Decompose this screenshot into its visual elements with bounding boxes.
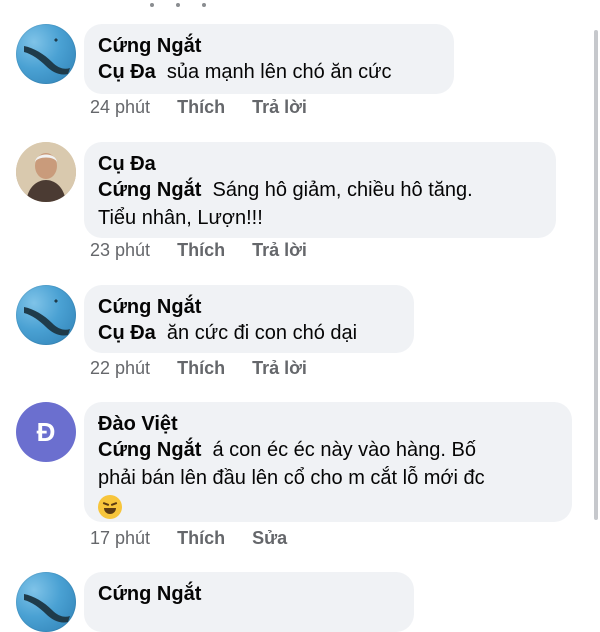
- comment-bubble: Đào Việt Cứng Ngắt á con éc éc này vào h…: [84, 402, 572, 522]
- timestamp[interactable]: 24 phút: [90, 97, 150, 117]
- map-avatar-icon: [24, 299, 70, 336]
- timestamp[interactable]: 17 phút: [90, 528, 150, 548]
- scrollbar[interactable]: [594, 30, 598, 520]
- comment-text: Cứng Ngắt á con éc éc này vào hàng. Bố p…: [98, 436, 556, 520]
- rofl-emoji-icon: [98, 494, 122, 519]
- map-avatar-icon: [24, 38, 70, 75]
- comment-bubble: Cứng Ngắt Cụ Đa sủa mạnh lên chó ăn cức: [84, 24, 454, 94]
- avatar[interactable]: Đ: [16, 402, 76, 462]
- avatar[interactable]: [16, 572, 76, 632]
- previous-actions-cutoff: [150, 0, 370, 7]
- comment-actions: 23 phút Thích Trả lời: [90, 240, 329, 261]
- like-button[interactable]: Thích: [177, 528, 225, 548]
- avatar[interactable]: [16, 285, 76, 345]
- comment-author[interactable]: Đào Việt: [98, 412, 556, 436]
- comment-author[interactable]: Cứng Ngắt: [98, 582, 398, 606]
- reply-button[interactable]: Trả lời: [252, 97, 307, 117]
- avatar-letter: Đ: [36, 416, 56, 447]
- like-button[interactable]: Thích: [177, 240, 225, 260]
- comment-bubble: Cụ Đa Cứng Ngắt Sáng hô giảm, chiều hô t…: [84, 142, 556, 238]
- timestamp[interactable]: 23 phút: [90, 240, 150, 260]
- mention-tag[interactable]: Cứng Ngắt: [98, 179, 201, 201]
- comment-body-line2: Tiểu nhân, Lượn!!!: [98, 207, 263, 229]
- comment-body-line1: Sáng hô giảm, chiều hô tăng.: [212, 179, 473, 201]
- comment-author[interactable]: Cụ Đa: [98, 152, 540, 176]
- comment-body-line2: phải bán lên đầu lên cổ cho m cắt lỗ mới…: [98, 467, 485, 489]
- comment-actions: 17 phút Thích Sửa: [90, 528, 309, 549]
- reply-button[interactable]: Trả lời: [252, 240, 307, 260]
- comment-body: ăn cức đi con chó dại: [166, 322, 358, 344]
- comment-author[interactable]: Cứng Ngắt: [98, 34, 438, 58]
- comment-text: Cụ Đa sủa mạnh lên chó ăn cức: [98, 58, 438, 86]
- comment-actions: 22 phút Thích Trả lời: [90, 358, 329, 379]
- avatar[interactable]: [16, 24, 76, 84]
- comment-actions: 24 phút Thích Trả lời: [90, 97, 329, 118]
- comment-bubble: Cứng Ngắt: [84, 572, 414, 632]
- comment-text: Cụ Đa ăn cức đi con chó dại: [98, 319, 398, 347]
- comment-bubble: Cứng Ngắt Cụ Đa ăn cức đi con chó dại: [84, 285, 414, 353]
- comment-text: Cứng Ngắt Sáng hô giảm, chiều hô tăng. T…: [98, 176, 540, 232]
- avatar[interactable]: [16, 142, 76, 202]
- edit-button[interactable]: Sửa: [252, 528, 287, 548]
- mention-tag[interactable]: Cụ Đa: [98, 322, 156, 344]
- comment-body: sủa mạnh lên chó ăn cức: [166, 61, 392, 83]
- reply-button[interactable]: Trả lời: [252, 358, 307, 378]
- person-photo-icon: [16, 142, 76, 202]
- mention-tag[interactable]: Cứng Ngắt: [98, 439, 201, 461]
- like-button[interactable]: Thích: [177, 358, 225, 378]
- map-avatar-icon: [24, 594, 70, 623]
- like-button[interactable]: Thích: [177, 97, 225, 117]
- timestamp[interactable]: 22 phút: [90, 358, 150, 378]
- mention-tag[interactable]: Cụ Đa: [98, 61, 156, 83]
- comment-body-line1: á con éc éc này vào hàng. Bố: [212, 439, 476, 461]
- comment-author[interactable]: Cứng Ngắt: [98, 295, 398, 319]
